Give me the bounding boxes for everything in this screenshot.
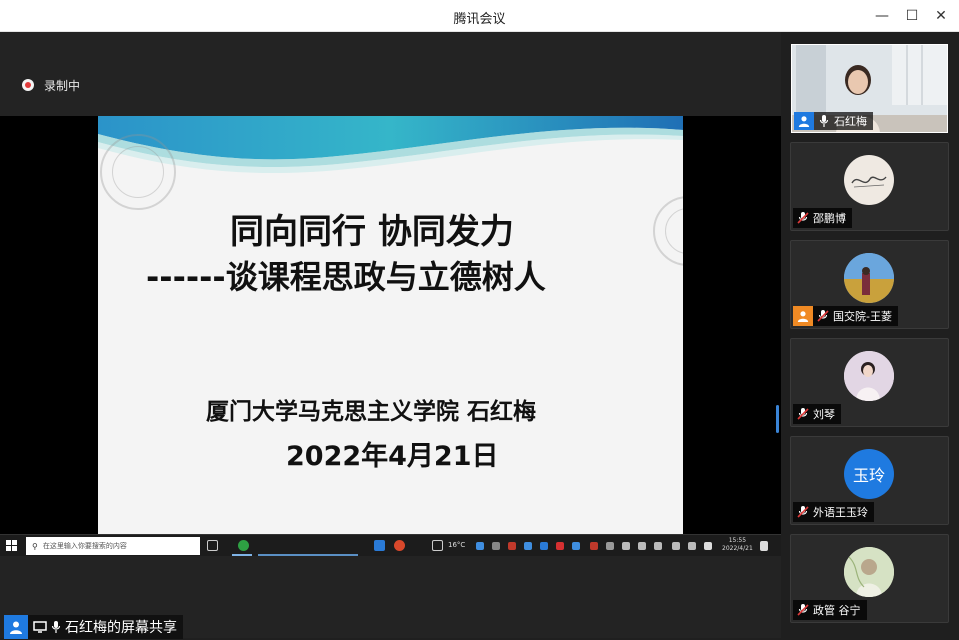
university-seal-right [653,196,683,266]
screen-share-icon [33,620,47,633]
microphone-muted-icon [797,212,809,224]
user-avatar-icon [793,306,813,326]
participant-avatar [844,155,894,205]
tray-icon-9 [606,542,614,550]
slide-title-line1: 同向同行 协同发力 [230,212,514,252]
participant-tile-video[interactable]: 石红梅 [791,44,948,133]
tray-icon-10 [622,542,630,550]
taskbar-time: 15:55 [728,537,747,544]
screen-share-bar[interactable]: 石红梅的屏幕共享 [0,613,200,640]
volume-icon [654,542,662,550]
main-stage: 录制中 同向同行 协同发力 ------谈课程思政与立德树人 厦门大学马克思主义… [0,32,781,638]
window-title: 腾讯会议 [453,12,506,27]
meeting-window: 腾讯会议 — ☐ ✕ 录制中 同向同行 协同发力 ------谈课程思政与立德树… [0,0,959,640]
taskbar-weather: 16°C [448,541,466,549]
participant-name: 邵鹏博 [813,212,846,225]
microphone-muted-icon [797,604,809,616]
presentation-slide: 同向同行 协同发力 ------谈课程思政与立德树人 厦门大学马克思主义学院 石… [98,116,683,534]
taskbar-clock: 15:55 2022/4/21 [722,537,753,553]
windows-start-icon [6,540,17,551]
weather-icon [432,540,443,551]
close-button[interactable]: ✕ [931,6,951,26]
microphone-muted-icon [797,408,809,420]
wechat-icon [238,540,249,551]
participant-initials: 玉玲 [852,466,885,485]
tray-icon-2 [492,542,500,550]
tray-icon-11 [638,542,646,550]
share-label-container: 石红梅的屏幕共享 [28,614,183,639]
participant-tile[interactable]: 邵鹏博 [790,142,949,231]
maximize-button[interactable]: ☐ [902,6,922,26]
taskbar-date: 2022/4/21 [722,545,753,552]
taskbar-search-box: ⚲ 在这里输入你要搜索的内容 [26,537,200,555]
share-label: 石红梅的屏幕共享 [65,619,177,636]
title-bar: 腾讯会议 — ☐ ✕ [0,0,959,32]
battery-icon [688,542,696,550]
participant-initials-avatar: 玉玲 [844,449,894,499]
taskbar-search-placeholder: 在这里输入你要搜索的内容 [42,542,127,550]
participant-avatar [844,253,894,303]
tray-icon-7 [572,542,580,550]
taskbar-apps-indicator [258,554,358,556]
participant-name-container: 政管 谷宁 [793,600,867,620]
participant-name: 石红梅 [834,115,867,128]
participant-tile[interactable]: 国交院-王菱 [790,240,949,329]
participant-name: 外语王玉玲 [813,506,868,519]
input-method-icon [704,542,712,550]
minimize-button[interactable]: — [872,6,892,26]
participant-name-container: 邵鹏博 [793,208,852,228]
participants-panel: 石红梅 邵鹏博 国交院-王菱 刘琴 玉玲 外语王玉玲 政管 谷宁 [781,32,959,640]
app-icon-blue [374,540,385,551]
search-icon: ⚲ [32,541,38,551]
participant-tile[interactable]: 刘琴 [790,338,949,427]
tray-icon-1 [476,542,484,550]
participant-name: 国交院-王菱 [833,310,892,323]
slide-title-line2: ------谈课程思政与立德树人 [146,258,546,296]
screen-share-view[interactable]: 同向同行 协同发力 ------谈课程思政与立德树人 厦门大学马克思主义学院 石… [0,116,781,556]
participant-name-container: 国交院-王菱 [793,306,898,326]
microphone-icon [51,620,61,633]
participant-avatar [844,547,894,597]
tray-icon-5 [540,542,548,550]
user-avatar-icon [4,614,28,639]
user-avatar-icon [794,112,814,130]
participant-tile[interactable]: 玉玲 外语王玉玲 [790,436,949,525]
powerpoint-icon [394,540,405,551]
record-icon [22,79,34,91]
active-app-indicator [232,554,252,556]
participant-name-container: 石红梅 [794,112,873,130]
participant-name: 政管 谷宁 [813,604,861,617]
participant-name-container: 刘琴 [793,404,841,424]
shared-taskbar: ⚲ 在这里输入你要搜索的内容 16°C 15:55 2022/4/21 [0,534,781,556]
participant-name: 刘琴 [813,408,835,421]
microphone-muted-icon [817,310,829,322]
tray-icon-6 [556,542,564,550]
task-view-icon [207,540,218,551]
slide-author: 厦门大学马克思主义学院 石红梅 [206,399,537,425]
recording-label: 录制中 [44,78,81,93]
tray-icon-4 [524,542,532,550]
volume-slider-handle[interactable] [776,405,779,433]
slide-wave-decoration [98,116,683,174]
university-seal-left [100,134,176,210]
notification-icon [760,541,768,551]
participant-avatar [844,351,894,401]
microphone-icon [819,115,829,127]
recording-indicator[interactable]: 录制中 [22,76,80,94]
tray-icon-8 [590,542,598,550]
network-icon [672,542,680,550]
microphone-muted-icon [797,506,809,518]
slide-date: 2022年4月21日 [286,441,499,472]
tray-icon-3 [508,542,516,550]
participant-name-container: 外语王玉玲 [793,502,874,522]
participant-tile[interactable]: 政管 谷宁 [790,534,949,623]
